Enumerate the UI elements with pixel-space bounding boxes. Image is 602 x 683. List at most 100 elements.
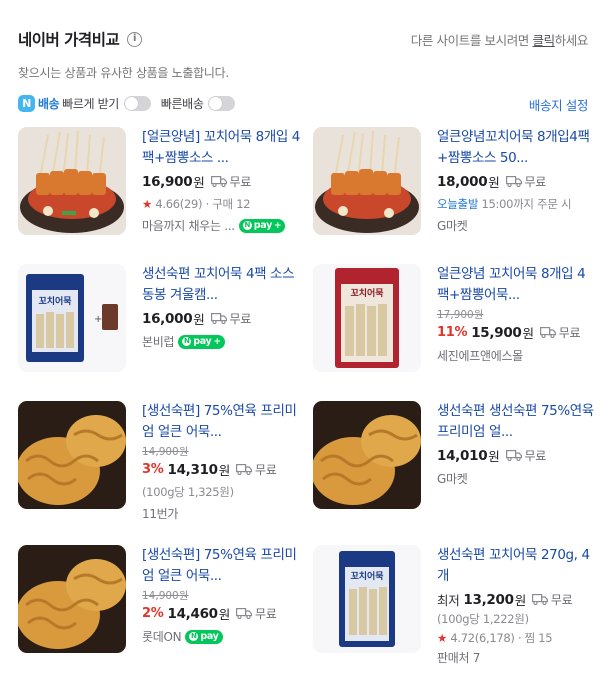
npay-label: pay [253,220,273,231]
shipping-fee: 무료 [558,326,581,340]
shipping-fee: 무료 [229,175,252,189]
product-card[interactable]: [얼큰양념] 꼬치어묵 8개입 4팩+짬뽕소스 ... 16,900 원 무료 ★… [18,127,300,239]
seller-count[interactable]: 판매처 7 [437,649,480,666]
original-price: 17,900원 [437,309,484,321]
price-comparison-panel: 네이버 가격비교 i 다른 사이트를 보시려면 클릭하세요 찾으시는 상품과 유… [0,0,602,683]
discount-rate: 11% [437,325,468,340]
product-info: 얼큰양념 꼬치어묵 8개입 4팩+짬뽕어묵... 17,900원 11% 15,… [437,264,597,364]
other-site-notice: 다른 사이트를 보시려면 클릭하세요 [410,30,589,49]
seller-name[interactable]: 마음까지 채우는 ... [142,217,235,234]
price-row: 최저 13,200 원 무료 [437,590,597,609]
shipping-fee: 무료 [229,312,252,326]
price-row: 14,010 원 무료 [437,446,597,465]
product-info: 얼큰양념꼬치어묵 8개입4팩+짬뽕소스 50... 18,000 원 무료 오늘출… [437,127,597,234]
unit-price: (100g당 1,325원) [142,485,234,499]
product-title[interactable]: 생선숙편 생선숙편 75%연육 프리미엄 얼... [437,401,597,443]
product-title[interactable]: 생선숙편 꼬치어묵 270g, 4개 [437,545,597,587]
product-card[interactable]: [생선숙편] 75%연육 프리미엄 얼큰 어묵... 14,900원 3% 14… [18,401,298,521]
seller-name[interactable]: 세진에프앤에스몰 [437,347,523,364]
info-icon[interactable]: i [127,31,143,47]
price: 18,000 [437,173,488,190]
product-title[interactable]: 얼큰양념 꼬치어묵 8개입 4팩+짬뽕어묵... [437,264,597,306]
shipping-address-settings-link[interactable]: 배송지 설정 [529,95,588,114]
panel-header: 네이버 가격비교 i [18,28,143,50]
price-row: 16,000 원 무료 [142,309,302,328]
today-dispatch-label: 오늘출발 [437,197,479,211]
price: 14,010 [437,447,488,464]
wish-count: · 찜 15 [517,631,553,645]
quick-delivery-toggle[interactable] [208,95,236,111]
product-title[interactable]: 생선숙편 꼬치어묵 4팩 소스동봉 겨울캠... [142,264,302,306]
fast-delivery-toggle[interactable] [123,95,151,111]
unit-price: (100g당 1,222원) [437,612,529,626]
product-card[interactable]: 얼큰양념꼬치어묵 8개입4팩+짬뽕소스 50... 18,000 원 무료 오늘출… [313,127,593,239]
purchase-count: · 구매 12 [205,197,251,211]
lowest-price-label: 최저 [437,593,460,608]
seller-name[interactable]: 롯데ON [142,628,182,645]
panel-subtitle: 찾으시는 상품과 유사한 상품을 노출합니다. [18,66,229,80]
npay-label: pay [200,631,219,642]
product-card[interactable]: 꼬치어묵 생선숙편 꼬치어묵 270g, 4개 최저 13,200 원 무료 (1… [313,545,593,665]
product-title[interactable]: 얼큰양념꼬치어묵 8개입4팩+짬뽕소스 50... [437,127,597,169]
truck-icon [210,176,227,187]
shipping-fee: 무료 [524,449,547,463]
svg-text:+: + [94,314,102,325]
price: 14,460 [167,605,218,622]
price-row: 18,000 원 무료 [437,172,597,191]
price: 14,310 [167,461,218,478]
currency: 원 [193,175,205,190]
price-row: 3% 14,310 원 무료 [142,460,302,479]
currency: 원 [488,449,500,464]
product-image[interactable] [18,401,126,509]
other-site-text-suffix: 하세요 [554,33,589,48]
discount-rate: 3% [142,462,164,477]
product-info: 생선숙편 꼬치어묵 4팩 소스동봉 겨울캠... 16,000 원 무료 본비럽 N… [142,264,302,350]
currency: 원 [514,593,527,608]
product-title[interactable]: [얼큰양념] 꼬치어묵 8개입 4팩+짬뽕소스 ... [142,127,302,169]
discount-rate: 2% [142,606,164,621]
naver-delivery-badge-icon: N [18,94,35,112]
other-site-click-link[interactable]: 클릭 [532,33,555,48]
npay-plus: + [273,220,282,231]
npay-label: pay [193,336,212,347]
product-image[interactable] [18,545,126,653]
seller-row: 판매처 7 [437,649,597,666]
product-image[interactable] [18,127,126,235]
seller-name[interactable]: G마켓 [437,217,468,234]
product-image[interactable]: 꼬치어묵 + [18,264,126,372]
dispatch-note: 15:00까지 주문 시 [478,197,572,211]
product-card[interactable]: 생선숙편 생선숙편 75%연육 프리미엄 얼... 14,010 원 무료 G마켓 [313,401,594,513]
currency: 원 [218,607,231,622]
seller-row: G마켓 [437,470,597,487]
shipping-fee: 무료 [254,463,277,477]
fast-delivery-label-bold: 배송 [38,96,60,111]
seller-row: 본비럽 Npay + [142,333,302,350]
product-info: 생선숙편 생선숙편 75%연육 프리미엄 얼... 14,010 원 무료 G마켓 [437,401,597,487]
price-row: 11% 15,900 원 무료 [437,323,597,342]
seller-name[interactable]: G마켓 [437,470,468,487]
shipping-fee: 무료 [550,593,573,607]
product-info: [생선숙편] 75%연육 프리미엄 얼큰 어묵... 14,900원 2% 14… [142,545,302,645]
truck-icon [531,594,548,605]
other-site-text: 다른 사이트를 보시려면 [410,33,533,48]
product-image[interactable] [313,127,421,235]
product-title[interactable]: [생선숙편] 75%연육 프리미엄 얼큰 어묵... [142,401,302,443]
original-price: 14,900원 [142,590,189,602]
svg-text:꼬치어묵: 꼬치어묵 [350,287,383,299]
naverpay-badge: Npay [185,629,223,644]
seller-name[interactable]: 11번가 [142,505,178,522]
product-card[interactable]: 꼬치어묵 + 생선숙편 꼬치어묵 4팩 소스동봉 겨울캠... 16,000 원 … [18,264,298,376]
star-icon: ★ [142,197,153,211]
seller-name[interactable]: 본비럽 [142,333,175,350]
product-title[interactable]: [생선숙편] 75%연육 프리미엄 얼큰 어묵... [142,545,302,587]
product-info: 생선숙편 꼬치어묵 270g, 4개 최저 13,200 원 무료 (100g당 … [437,545,597,666]
price: 16,900 [142,173,193,190]
product-image[interactable]: 꼬치어묵 [313,545,421,653]
shipping-fee: 무료 [524,175,547,189]
product-card[interactable]: [생선숙편] 75%연육 프리미엄 얼큰 어묵... 14,900원 2% 14… [18,545,298,657]
product-image[interactable]: 꼬치어묵 [313,264,421,372]
currency: 원 [488,175,500,190]
product-image[interactable] [313,401,421,509]
rating-row: ★ 4.72(6,178) · 찜 15 [437,630,597,646]
product-card[interactable]: 꼬치어묵 얼큰양념 꼬치어묵 8개입 4팩+짬뽕어묵... 17,900원 11… [313,264,593,376]
